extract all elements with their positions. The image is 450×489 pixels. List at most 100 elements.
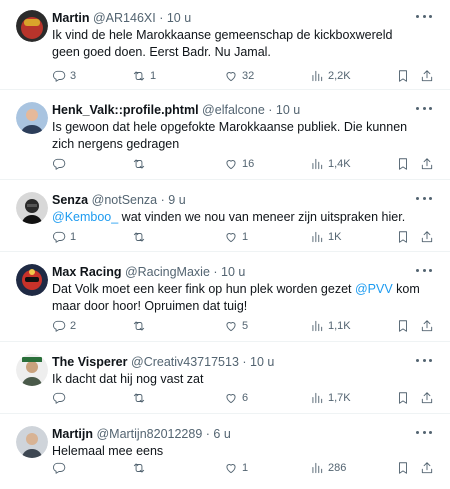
user-handle[interactable]: @RacingMaxie: [125, 265, 210, 279]
reply-button[interactable]: [52, 388, 70, 408]
share-button[interactable]: [420, 316, 434, 336]
avatar[interactable]: [16, 264, 48, 296]
views-button[interactable]: 286: [310, 458, 346, 478]
avatar[interactable]: [16, 102, 48, 134]
like-button[interactable]: 5: [224, 316, 248, 336]
retweet-button[interactable]: [132, 458, 150, 478]
reply-button[interactable]: 3: [52, 66, 76, 86]
like-count: 32: [242, 70, 255, 82]
tweet[interactable]: Max Racing @RacingMaxie · 10 u Dat Volk …: [0, 254, 450, 342]
tweet[interactable]: Martijn @Martijn82012289 · 6 u Helemaal …: [0, 416, 450, 489]
mention-link[interactable]: @PVV: [355, 282, 393, 296]
views-button[interactable]: 1K: [310, 227, 341, 247]
user-handle[interactable]: @notSenza: [92, 193, 158, 207]
views-button[interactable]: 2,2K: [310, 66, 351, 86]
timestamp[interactable]: 10 u: [221, 265, 245, 279]
share-button[interactable]: [420, 458, 434, 478]
retweet-icon: [132, 69, 146, 83]
bookmark-button[interactable]: [396, 227, 410, 247]
display-name[interactable]: Senza: [52, 193, 88, 207]
display-name[interactable]: The Visperer: [52, 355, 128, 369]
reply-count: 2: [70, 320, 77, 332]
share-button[interactable]: [420, 154, 434, 174]
reply-button[interactable]: 2: [52, 316, 76, 336]
display-name[interactable]: Martin: [52, 11, 90, 25]
reply-button[interactable]: 1: [52, 227, 76, 247]
like-button[interactable]: 1: [224, 227, 248, 247]
views-button[interactable]: 1,7K: [310, 388, 351, 408]
views-icon: [310, 157, 324, 171]
bookmark-button[interactable]: [396, 154, 410, 174]
retweet-button[interactable]: [132, 316, 150, 336]
view-count: 1,7K: [328, 392, 351, 404]
avatar[interactable]: [16, 354, 48, 386]
user-handle[interactable]: @AR146XI: [93, 11, 156, 25]
bookmark-icon: [396, 69, 410, 83]
like-button[interactable]: 16: [224, 154, 254, 174]
tweet[interactable]: Henk_Valk::profile.phtml @elfalcone · 10…: [0, 92, 450, 180]
retweet-button[interactable]: [132, 388, 150, 408]
more-icon[interactable]: [416, 12, 432, 20]
reply-icon: [52, 391, 66, 405]
views-icon: [310, 319, 324, 333]
tweet-header: Martijn @Martijn82012289 · 6 u: [52, 426, 231, 442]
retweet-count: 1: [150, 70, 157, 82]
display-name[interactable]: Max Racing: [52, 265, 121, 279]
separator-dot: ·: [159, 11, 164, 25]
tweet-text: Dat Volk moet een keer fink op hun plek …: [52, 281, 422, 315]
user-handle[interactable]: @Martijn82012289: [96, 427, 202, 441]
bookmark-button[interactable]: [396, 66, 410, 86]
bookmark-button[interactable]: [396, 388, 410, 408]
tweet[interactable]: The Visperer @Creativ43717513 · 10 u Ik …: [0, 344, 450, 414]
retweet-button[interactable]: [132, 227, 150, 247]
mention-link[interactable]: @Kemboo_: [52, 210, 118, 224]
share-icon: [420, 461, 434, 475]
reply-button[interactable]: [52, 458, 70, 478]
separator-dot: ·: [242, 355, 247, 369]
heart-icon: [224, 230, 238, 244]
timestamp[interactable]: 9 u: [168, 193, 185, 207]
view-count: 1,1K: [328, 320, 351, 332]
like-button[interactable]: 6: [224, 388, 248, 408]
display-name[interactable]: Martijn: [52, 427, 93, 441]
more-icon[interactable]: [416, 266, 432, 274]
like-count: 16: [242, 158, 255, 170]
avatar[interactable]: [16, 192, 48, 224]
avatar[interactable]: [16, 426, 48, 458]
reply-count: 1: [70, 231, 77, 243]
share-button[interactable]: [420, 388, 434, 408]
views-button[interactable]: 1,4K: [310, 154, 351, 174]
share-button[interactable]: [420, 66, 434, 86]
user-handle[interactable]: @elfalcone: [202, 103, 265, 117]
tweet[interactable]: Martin @AR146XI · 10 u Ik vind de hele M…: [0, 0, 450, 90]
views-icon: [310, 461, 324, 475]
like-count: 6: [242, 392, 249, 404]
like-count: 5: [242, 320, 249, 332]
reply-button[interactable]: [52, 154, 70, 174]
more-icon[interactable]: [416, 356, 432, 364]
more-icon[interactable]: [416, 194, 432, 202]
retweet-button[interactable]: 1: [132, 66, 156, 86]
separator-dot: ·: [205, 427, 210, 441]
more-icon[interactable]: [416, 428, 432, 436]
display-name[interactable]: Henk_Valk::profile.phtml: [52, 103, 199, 117]
reply-count: 3: [70, 70, 77, 82]
retweet-icon: [132, 391, 146, 405]
timestamp[interactable]: 6 u: [213, 427, 230, 441]
share-button[interactable]: [420, 227, 434, 247]
bookmark-button[interactable]: [396, 458, 410, 478]
user-handle[interactable]: @Creativ43717513: [131, 355, 239, 369]
tweet[interactable]: Senza @notSenza · 9 u @Kemboo_ wat vinde…: [0, 182, 450, 252]
views-button[interactable]: 1,1K: [310, 316, 351, 336]
retweet-button[interactable]: [132, 154, 150, 174]
retweet-icon: [132, 461, 146, 475]
bookmark-button[interactable]: [396, 316, 410, 336]
avatar[interactable]: [16, 10, 48, 42]
like-button[interactable]: 1: [224, 458, 248, 478]
share-icon: [420, 319, 434, 333]
timestamp[interactable]: 10 u: [167, 11, 191, 25]
like-button[interactable]: 32: [224, 66, 254, 86]
more-icon[interactable]: [416, 104, 432, 112]
timestamp[interactable]: 10 u: [276, 103, 300, 117]
timestamp[interactable]: 10 u: [250, 355, 274, 369]
